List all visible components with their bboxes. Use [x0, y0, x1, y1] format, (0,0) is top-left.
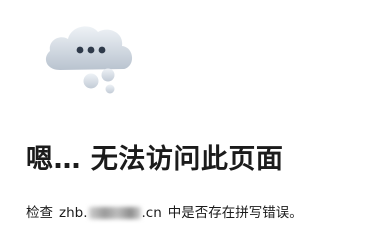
- thinking-cloud-icon: [45, 26, 133, 94]
- error-page: 嗯… 无法访问此页面 检查 zhb. .cn 中是否存在拼写错误。: [0, 0, 379, 246]
- url-start: zhb.: [59, 205, 88, 221]
- ellipsis-dots: [76, 46, 106, 54]
- thought-bubbles: [83, 68, 115, 94]
- url-end: .cn: [141, 205, 162, 221]
- message-prefix: 检查: [26, 205, 53, 221]
- error-message: 检查 zhb. .cn 中是否存在拼写错误。: [26, 201, 303, 225]
- error-heading: 嗯… 无法访问此页面: [26, 144, 284, 175]
- message-suffix: 中是否存在拼写错误。: [167, 205, 303, 221]
- redacted-url-segment: [88, 207, 141, 219]
